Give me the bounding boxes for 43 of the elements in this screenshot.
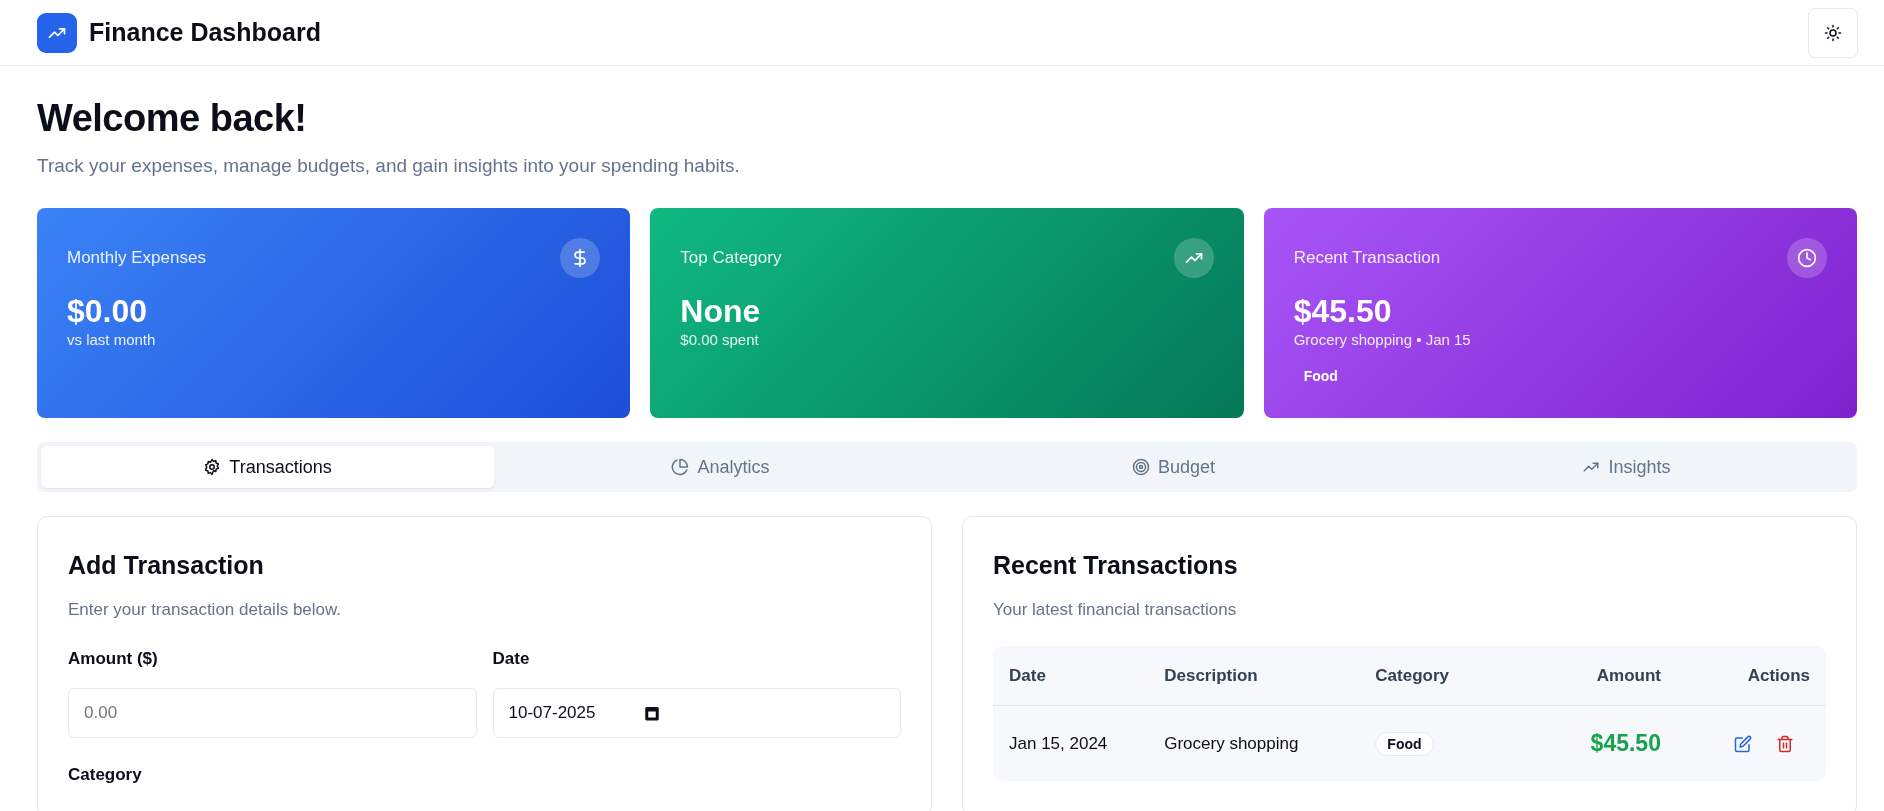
card-subtitle: Enter your transaction details below. (68, 598, 343, 621)
date-cell-text: Jan 15, 2024 (1009, 732, 1109, 755)
stat-label: Monthly Expenses (67, 247, 206, 270)
theme-toggle-button[interactable] (1808, 7, 1858, 58)
stat-label: Top Category (680, 247, 782, 270)
card-subtitle: Your latest financial transactions (993, 598, 1238, 621)
date-field[interactable]: 10-07-2025 (492, 687, 901, 738)
tab[interactable]: Insights (1400, 446, 1853, 489)
stat-note: $0.00 spent (680, 330, 760, 351)
field-label: Amount ($) (68, 648, 159, 671)
stat-note: vs last month (67, 330, 157, 351)
column-header: Category (1375, 664, 1451, 687)
field-label: Date (492, 648, 531, 671)
target-icon (1131, 458, 1150, 477)
description-cell-text: Grocery shopping (1164, 732, 1300, 755)
input-field[interactable]: 0.00 (68, 687, 477, 738)
category-tag: Food (1375, 731, 1434, 756)
tab[interactable]: Analytics (494, 446, 947, 489)
card-title: Add Transaction (68, 550, 265, 582)
stat-value: None (680, 294, 762, 330)
gear-icon (203, 458, 222, 477)
app-title: Finance Dashboard (89, 16, 321, 48)
stat-note: Grocery shopping • Jan 15 (1293, 330, 1472, 351)
clock-icon (1797, 248, 1817, 269)
sun-icon (1824, 23, 1842, 42)
edit-icon[interactable] (1734, 734, 1752, 753)
category-tag: Food (1293, 361, 1348, 391)
stat-value: $0.00 (67, 294, 149, 330)
column-header: Actions (1746, 664, 1810, 687)
page-subtitle: Track your expenses, manage budgets, and gain insights into your spending habits. (37, 153, 741, 178)
column-header: Date (1009, 664, 1047, 687)
trash-icon[interactable] (1776, 734, 1794, 753)
stat-label: Recent Transaction (1293, 247, 1441, 270)
tab[interactable]: Budget (947, 446, 1400, 489)
field-label: Category (68, 763, 143, 786)
page-heading: Welcome back! (37, 96, 308, 141)
card-title: Recent Transactions (993, 550, 1239, 582)
stat-value: $45.50 (1293, 294, 1393, 330)
column-header: Amount (1595, 664, 1661, 687)
column-header: Description (1164, 664, 1259, 687)
tab[interactable]: Transactions (41, 446, 494, 489)
pie-chart-icon (671, 458, 690, 477)
amount-cell-text: $45.50 (1589, 729, 1661, 759)
